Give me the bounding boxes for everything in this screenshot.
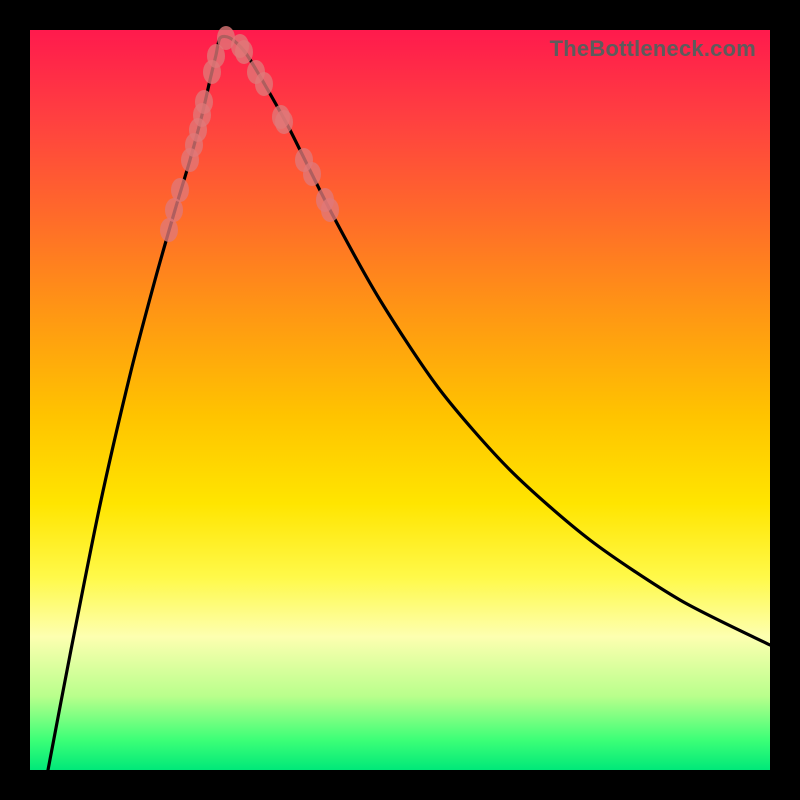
outer-frame: TheBottleneck.com [0,0,800,800]
data-point [195,90,213,114]
plot-area: TheBottleneck.com [30,30,770,770]
watermark-text: TheBottleneck.com [550,36,756,62]
curve-path [48,36,770,770]
data-point [321,198,339,222]
data-point [255,72,273,96]
bottleneck-curve [30,30,770,770]
data-point [303,162,321,186]
data-point [171,178,189,202]
data-point [275,110,293,134]
data-point [235,40,253,64]
